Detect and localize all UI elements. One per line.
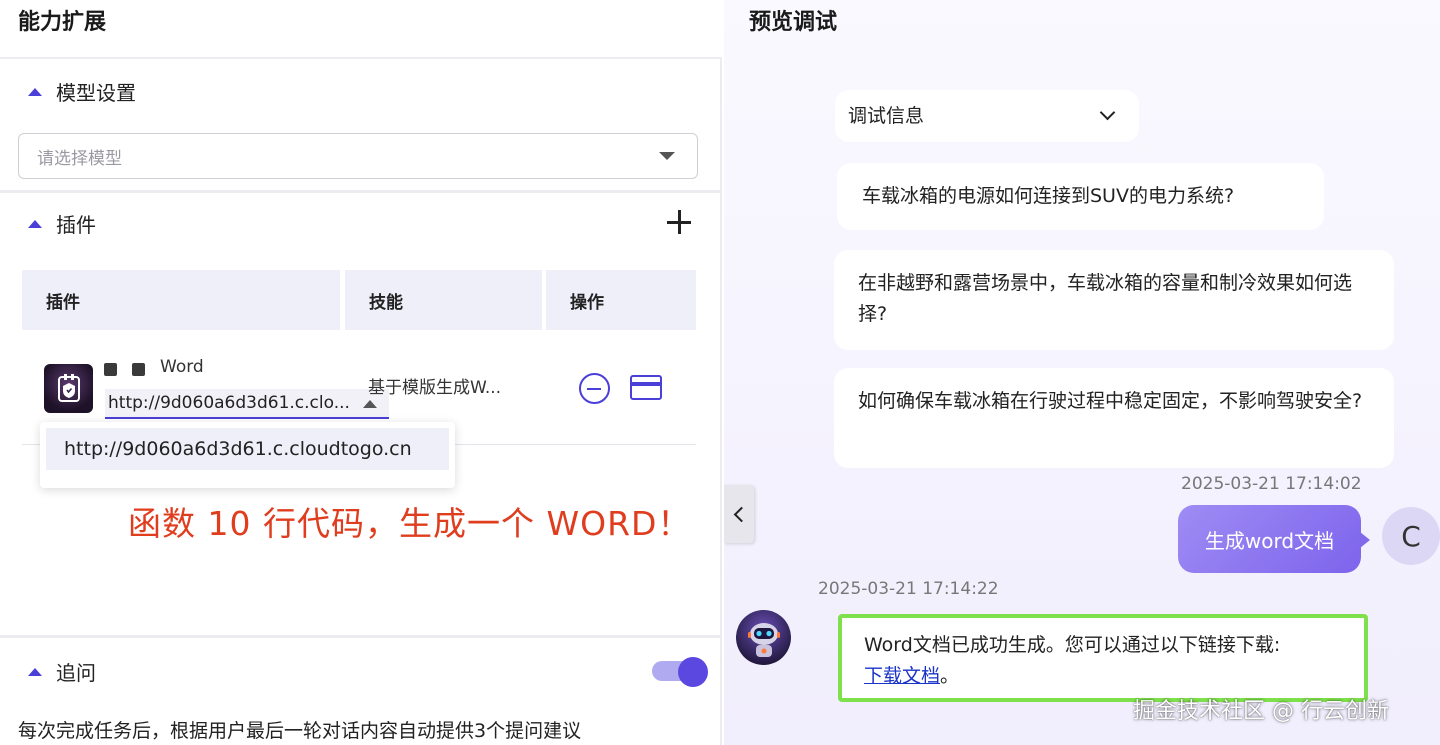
model-select[interactable]: 请选择模型 xyxy=(18,133,698,179)
plugin-logo-icon xyxy=(44,364,93,413)
section-divider xyxy=(0,190,722,193)
section-title: 插件 xyxy=(56,213,96,237)
caret-up-icon xyxy=(363,400,377,408)
debug-info-label: 调试信息 xyxy=(848,104,925,127)
redacted-block-icon xyxy=(132,363,145,376)
preview-panel: 预览调试 调试信息 车载冰箱的电源如何连接到SUV的电力系统? 在非越野和露营场… xyxy=(724,0,1440,745)
annotation-text: 函数 10 行代码，生成一个 WORD！ xyxy=(128,504,692,543)
section-title: 模型设置 xyxy=(56,81,136,105)
select-placeholder: 请选择模型 xyxy=(37,148,122,169)
download-document-link[interactable]: 下载文档 xyxy=(864,665,940,687)
suggestion-bubble[interactable]: 在非越野和露营场景中，车载冰箱的容量和制冷效果如何选择? xyxy=(834,250,1394,350)
user-message-timestamp: 2025-03-21 17:14:02 xyxy=(1181,474,1362,494)
suggestion-text: 如何确保车载冰箱在行驶过程中稳定固定，不影响驾驶安全? xyxy=(858,390,1363,412)
caret-down-icon xyxy=(659,152,675,160)
suggestion-text: 车载冰箱的电源如何连接到SUV的电力系统? xyxy=(862,185,1235,207)
section-divider xyxy=(0,635,722,638)
watermark: 掘金技术社区 @ 行云创新 xyxy=(1133,699,1389,724)
suggestion-text: 在非越野和露营场景中，车载冰箱的容量和制冷效果如何选择? xyxy=(858,272,1353,325)
collapse-triangle-icon xyxy=(28,87,42,96)
chevron-down-icon xyxy=(1099,104,1116,121)
user-message-text: 生成word文档 xyxy=(1204,528,1335,553)
redacted-block-icon xyxy=(104,363,117,376)
panel-body: 模型设置 请选择模型 插件 插件 技能 操作 Word http://9d060… xyxy=(0,57,722,745)
plugin-url-select[interactable]: http://9d060a6d3d61.c.clo... xyxy=(105,389,389,419)
add-plugin-icon[interactable] xyxy=(666,209,692,235)
debug-info-dropdown[interactable]: 调试信息 xyxy=(835,90,1139,142)
collapse-triangle-icon xyxy=(28,667,42,676)
bot-avatar-icon xyxy=(736,610,791,665)
suggestion-bubble[interactable]: 如何确保车载冰箱在行驶过程中稳定固定，不影响驾驶安全? xyxy=(834,368,1394,468)
chevron-left-icon xyxy=(733,506,749,522)
section-plugins[interactable]: 插件 xyxy=(28,209,96,238)
follow-up-description: 每次完成任务后，根据用户最后一轮对话内容自动提供3个提问建议 xyxy=(18,720,582,742)
selected-url: http://9d060a6d3d61.c.clo... xyxy=(108,393,350,413)
panel-title: 预览调试 xyxy=(749,10,838,35)
bot-message-timestamp: 2025-03-21 17:14:22 xyxy=(818,579,999,599)
url-dropdown: http://9d060a6d3d61.c.cloudtogo.cn xyxy=(40,422,455,488)
url-dropdown-option[interactable]: http://9d060a6d3d61.c.cloudtogo.cn xyxy=(46,428,449,470)
plugin-skill: 基于模版生成W... xyxy=(368,378,502,398)
bot-message-bubble: Word文档已成功生成。您可以通过以下链接下载: 下载文档。 xyxy=(838,614,1368,702)
remove-plugin-icon[interactable] xyxy=(579,373,610,404)
panel-title: 能力扩展 xyxy=(18,10,107,35)
follow-up-toggle[interactable] xyxy=(652,657,708,687)
collapse-panel-button[interactable] xyxy=(724,485,754,543)
user-avatar: C xyxy=(1382,507,1440,565)
collapse-triangle-icon xyxy=(28,219,42,228)
capability-panel: 能力扩展 模型设置 请选择模型 插件 插件 技能 操作 Word http://… xyxy=(0,0,724,745)
table-header-skill: 技能 xyxy=(345,270,542,330)
user-message-bubble: 生成word文档 xyxy=(1178,505,1370,573)
section-model-settings[interactable]: 模型设置 xyxy=(28,77,136,106)
bot-message-end: 。 xyxy=(940,665,960,687)
user-avatar-letter: C xyxy=(1401,519,1421,553)
plugin-name: Word xyxy=(160,357,204,377)
toggle-knob xyxy=(678,657,708,687)
suggestion-bubble[interactable]: 车载冰箱的电源如何连接到SUV的电力系统? xyxy=(837,163,1324,230)
section-title: 追问 xyxy=(56,661,96,685)
card-icon[interactable] xyxy=(630,375,662,400)
table-header-action: 操作 xyxy=(546,270,696,330)
bot-message-text: Word文档已成功生成。您可以通过以下链接下载: xyxy=(864,634,1281,656)
section-follow-up[interactable]: 追问 xyxy=(28,657,96,686)
table-header-plugin: 插件 xyxy=(22,270,340,330)
